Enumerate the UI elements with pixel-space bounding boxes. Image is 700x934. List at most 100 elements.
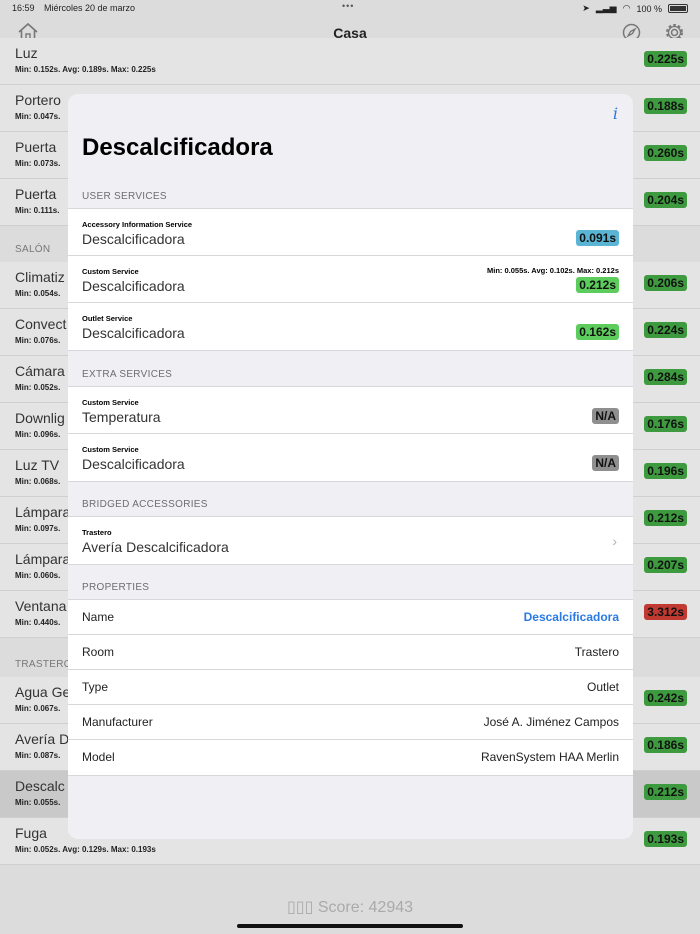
list-item[interactable]: Luz Min: 0.152s. Avg: 0.189s. Max: 0.225…	[0, 38, 700, 85]
list-item-time: 0.212s	[644, 510, 687, 526]
list-item-name: Fuga	[15, 825, 47, 841]
battery-percent: 100 %	[636, 3, 662, 14]
property-value: Outlet	[586, 680, 619, 694]
wifi-icon: ◠	[622, 3, 631, 13]
list-item-stats: Min: 0.096s.	[15, 430, 61, 439]
list-item-time: 3.312s	[644, 604, 687, 620]
section-header-properties: PROPERTIES	[82, 582, 150, 593]
service-stats: Min: 0.055s. Avg: 0.102s. Max: 0.212s	[486, 266, 619, 275]
properties-group: Name Descalcificadora Room Trastero Type…	[68, 599, 633, 776]
bridged-accessory-row[interactable]: Trastero Avería Descalcificadora ›	[68, 517, 633, 564]
property-key: Name	[82, 610, 115, 624]
property-row-manufacturer: Manufacturer José A. Jiménez Campos	[68, 705, 633, 740]
list-item-name: Portero	[15, 92, 61, 108]
signal-icon: ▂▃▅	[595, 3, 617, 13]
property-value: José A. Jiménez Campos	[483, 715, 619, 729]
service-row[interactable]: Custom Service Temperatura N/A	[68, 387, 633, 434]
list-item-name: Luz	[15, 45, 38, 61]
service-time-badge: N/A	[592, 455, 619, 471]
list-item-name: Cámara	[15, 363, 65, 379]
multitasking-dots[interactable]: •••	[342, 1, 354, 11]
list-item-time: 0.212s	[644, 784, 687, 800]
property-key: Model	[82, 750, 115, 764]
list-item-stats: Min: 0.073s.	[15, 159, 61, 168]
location-icon: ➤	[582, 3, 590, 13]
list-item-name: Lámpara	[15, 551, 71, 567]
score-label: ▯▯▯ Score: 42943	[0, 897, 700, 917]
list-item-time: 0.193s	[644, 831, 687, 847]
service-row[interactable]: Custom Service Descalcificadora N/A	[68, 434, 633, 481]
service-type: Outlet Service	[82, 314, 133, 323]
list-item-stats: Min: 0.047s.	[15, 112, 61, 121]
service-type: Custom Service	[82, 445, 139, 454]
extra-services-group: Custom Service Temperatura N/A Custom Se…	[68, 386, 633, 482]
list-item-name: Lámpara	[15, 504, 71, 520]
home-indicator[interactable]	[237, 924, 463, 928]
list-item-name: Ventana	[15, 598, 67, 614]
list-item-time: 0.176s	[644, 416, 687, 432]
list-item-name: Convect	[15, 316, 67, 332]
service-time-badge: 0.162s	[576, 324, 619, 340]
service-time-badge: 0.212s	[576, 277, 619, 293]
property-key: Manufacturer	[82, 715, 153, 729]
property-row-name[interactable]: Name Descalcificadora	[68, 600, 633, 635]
service-row[interactable]: Outlet Service Descalcificadora 0.162s	[68, 303, 633, 350]
property-row-type: Type Outlet	[68, 670, 633, 705]
list-item-stats: Min: 0.052s. Avg: 0.129s. Max: 0.193s	[15, 845, 156, 854]
list-item-time: 0.225s	[644, 51, 687, 67]
list-item-time: 0.188s	[644, 98, 687, 114]
list-item-time: 0.242s	[644, 690, 687, 706]
list-item-stats: Min: 0.440s.	[15, 618, 61, 627]
service-row[interactable]: Accessory Information Service Descalcifi…	[68, 209, 633, 256]
bar-chart-icon: ▯▯▯	[286, 899, 318, 916]
property-key: Type	[82, 680, 109, 694]
modal-title: Descalcificadora	[82, 134, 273, 161]
list-item-stats: Min: 0.068s.	[15, 477, 61, 486]
list-item-stats: Min: 0.076s.	[15, 336, 61, 345]
list-item-time: 0.224s	[644, 322, 687, 338]
service-time-badge: N/A	[592, 408, 619, 424]
list-item-name: Descalc	[15, 778, 65, 794]
list-item-time: 0.204s	[644, 192, 687, 208]
list-item-stats: Min: 0.054s.	[15, 289, 61, 298]
status-time: 16:59	[12, 3, 35, 13]
property-row-model: Model RavenSystem HAA Merlin	[68, 740, 633, 775]
list-item-name: Agua Ge	[15, 684, 71, 700]
status-bar: 16:59 Miércoles 20 de marzo ••• ➤ ▂▃▅ ◠ …	[0, 0, 700, 16]
bridged-accessories-group: Trastero Avería Descalcificadora ›	[68, 516, 633, 565]
list-item-stats: Min: 0.060s.	[15, 571, 61, 580]
list-item-time: 0.186s	[644, 737, 687, 753]
list-item-name: Puerta	[15, 139, 57, 155]
service-name: Descalcificadora	[82, 325, 185, 341]
service-type: Custom Service	[82, 398, 139, 407]
battery-icon	[668, 4, 688, 13]
list-item-stats: Min: 0.067s.	[15, 704, 61, 713]
list-item-name: Avería D	[15, 731, 70, 747]
status-date: Miércoles 20 de marzo	[44, 3, 136, 13]
chevron-right-icon: ›	[612, 533, 617, 549]
section-header-bridged-accessories: BRIDGED ACCESSORIES	[82, 499, 208, 510]
section-header-salon: SALÓN	[15, 244, 51, 255]
list-item-time: 0.284s	[644, 369, 687, 385]
status-right: ➤ ▂▃▅ ◠ 100 %	[582, 3, 688, 14]
score-text: Score: 42943	[317, 899, 414, 916]
list-item-stats: Min: 0.111s.	[15, 206, 60, 215]
property-value-link[interactable]: Descalcificadora	[524, 610, 619, 624]
service-row[interactable]: Custom Service Min: 0.055s. Avg: 0.102s.…	[68, 256, 633, 303]
service-name: Descalcificadora	[82, 278, 185, 294]
list-item-name: Luz TV	[15, 457, 60, 473]
property-value: Trastero	[574, 645, 619, 659]
list-item-name: Climatiz	[15, 269, 65, 285]
service-type: Accessory Information Service	[82, 220, 193, 229]
list-item-time: 0.206s	[644, 275, 687, 291]
user-services-group: Accessory Information Service Descalcifi…	[68, 208, 633, 351]
service-name: Descalcificadora	[82, 456, 185, 472]
list-item-stats: Min: 0.097s.	[15, 524, 61, 533]
property-key: Room	[82, 645, 115, 659]
list-item-stats: Min: 0.055s.	[15, 798, 61, 807]
section-header-trastero: TRASTERO	[15, 659, 72, 670]
list-item-time: 0.207s	[644, 557, 687, 573]
info-icon[interactable]: i	[613, 104, 618, 123]
section-header-extra-services: EXTRA SERVICES	[82, 369, 173, 380]
service-name: Temperatura	[82, 409, 161, 425]
